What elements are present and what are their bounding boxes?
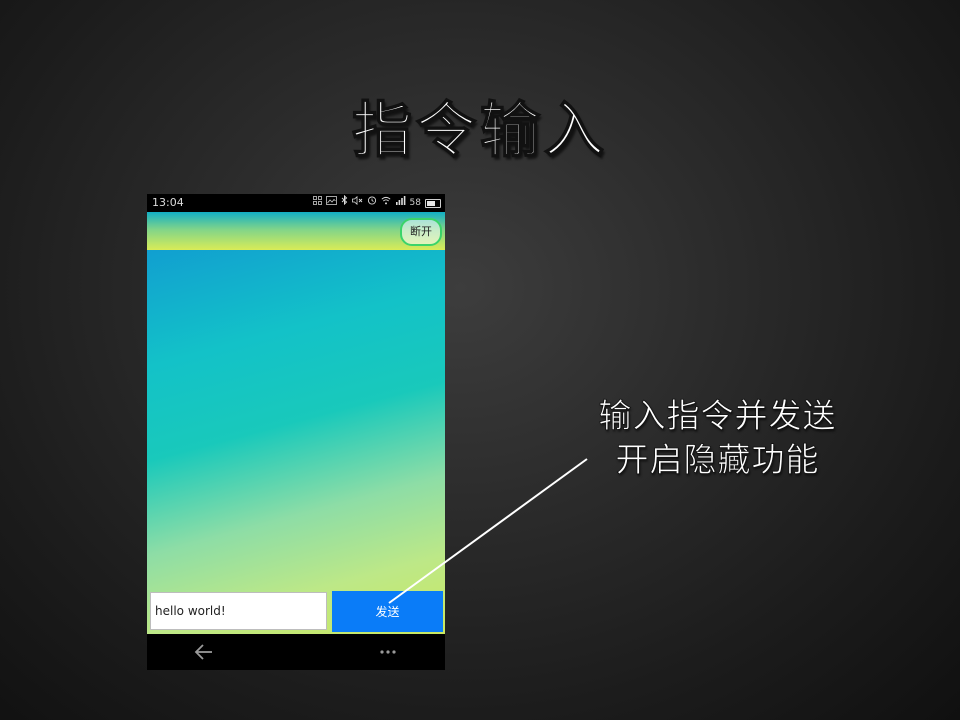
mute-icon (351, 194, 363, 212)
alarm-icon (367, 194, 377, 212)
status-time: 13:04 (152, 196, 184, 209)
callout-text: 输入指令并发送 开启隐藏功能 (560, 394, 875, 482)
slide-title: 指令输入 (351, 95, 608, 167)
callout-line-1: 输入指令并发送 (598, 396, 837, 436)
image-icon (325, 194, 337, 212)
bluetooth-icon (341, 194, 348, 212)
signal-icon (395, 194, 406, 212)
disconnect-button[interactable]: 断开 (400, 218, 442, 246)
send-button[interactable]: 发送 (332, 591, 443, 632)
command-input-row: 发送 (147, 588, 445, 634)
wifi-icon (381, 194, 391, 212)
callout-line-2: 开启隐藏功能 (615, 440, 820, 480)
status-bar: 13:04 58 (147, 194, 445, 212)
slide: 指令输入 13:04 58 断开 hello world! 发送 输入指令并发送… (0, 0, 960, 720)
status-icons: 58 (309, 194, 441, 212)
back-arrow-icon[interactable] (192, 640, 216, 664)
more-icon[interactable] (377, 640, 399, 664)
command-input[interactable] (150, 592, 327, 630)
apps-icon (312, 194, 322, 212)
battery-icon (425, 198, 441, 208)
battery-percent: 58 (409, 198, 421, 208)
phone-screenshot: 13:04 58 断开 hello world! 发送 (147, 194, 445, 670)
app-bar: 断开 (147, 212, 445, 250)
nav-bar (147, 634, 445, 670)
content-area (147, 250, 445, 640)
